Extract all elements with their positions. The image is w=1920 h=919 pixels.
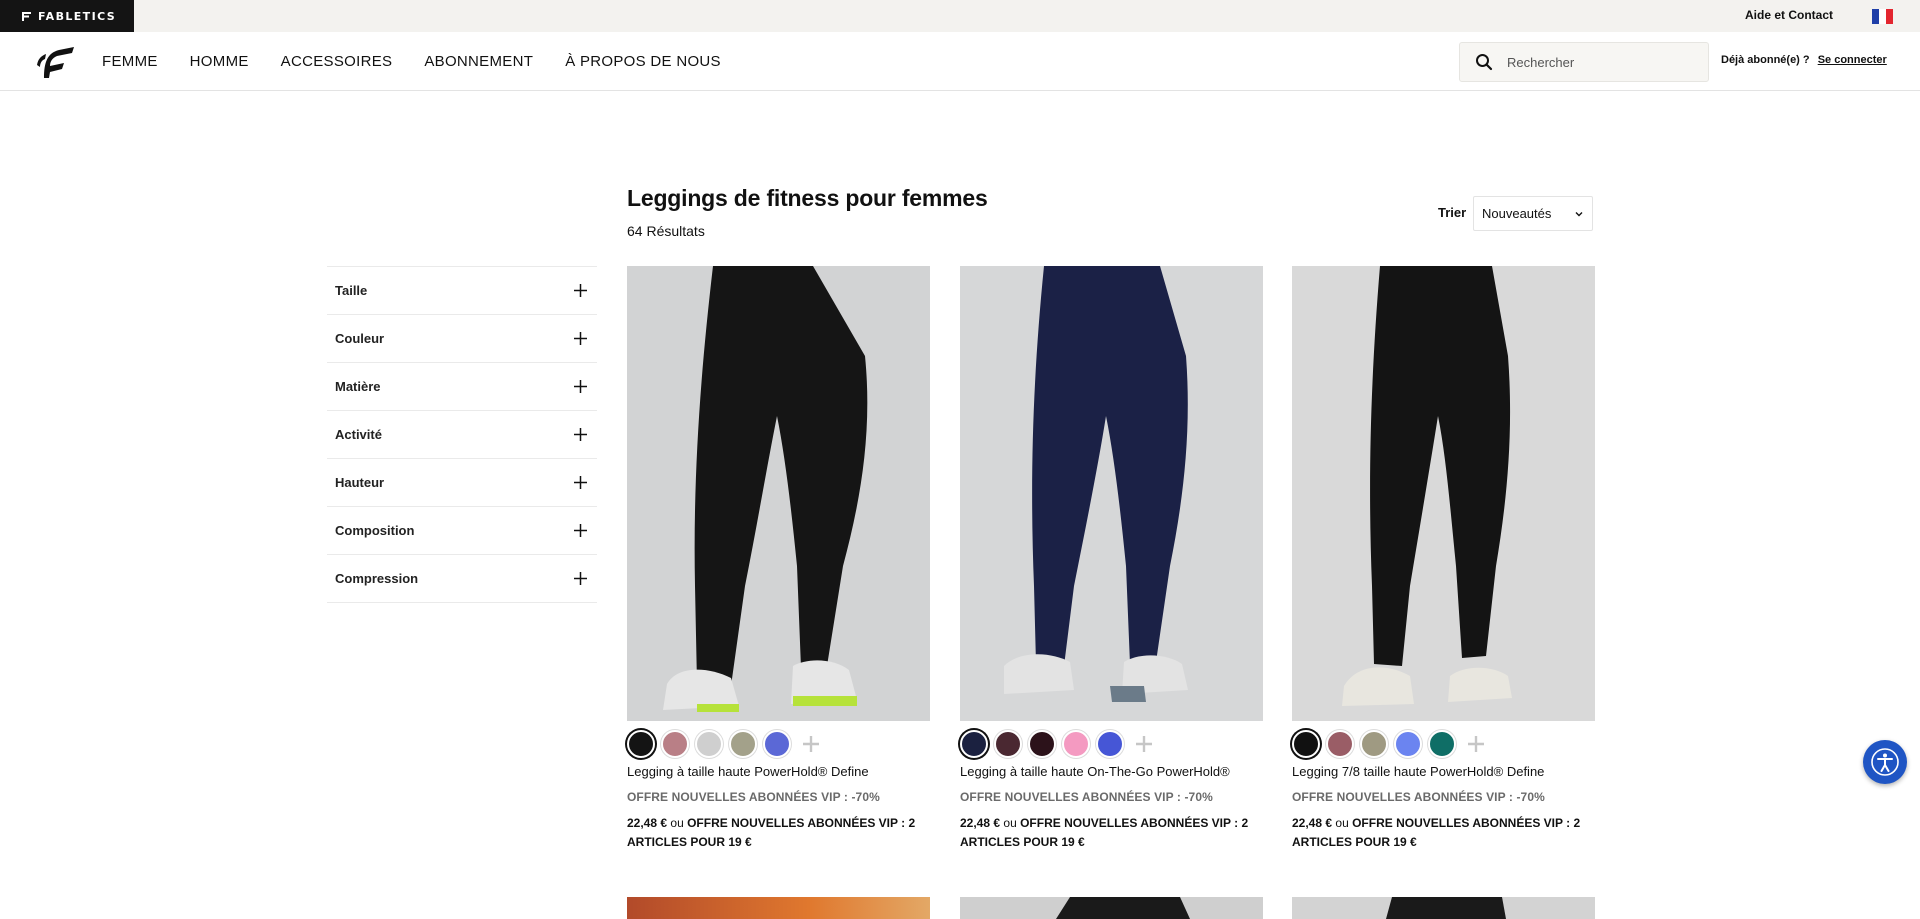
filter-label: Matière [335, 379, 381, 394]
filter-matiere[interactable]: Matière [327, 363, 597, 411]
nav-item-a-propos[interactable]: À PROPOS DE NOUS [565, 53, 721, 70]
filter-label: Composition [335, 523, 415, 538]
product-image[interactable] [960, 897, 1263, 919]
filter-compression[interactable]: Compression [327, 555, 597, 603]
color-swatches [960, 730, 1263, 758]
swatch[interactable] [729, 730, 757, 758]
chevron-down-icon [1575, 212, 1583, 217]
filter-composition[interactable]: Composition [327, 507, 597, 555]
france-flag-icon[interactable] [1872, 9, 1893, 24]
product-price: 22,48 € ou OFFRE NOUVELLES ABONNÉES VIP … [627, 816, 916, 849]
product-promo: OFFRE NOUVELLES ABONNÉES VIP : -70% [627, 790, 880, 804]
nav-item-femme[interactable]: FEMME [102, 53, 158, 70]
filter-label: Activité [335, 427, 382, 442]
plus-icon[interactable] [574, 524, 587, 537]
swatch[interactable] [627, 730, 655, 758]
more-colors-icon[interactable] [1130, 730, 1158, 758]
swatch[interactable] [695, 730, 723, 758]
plus-icon[interactable] [574, 476, 587, 489]
filter-taille[interactable]: Taille [327, 267, 597, 315]
swatch[interactable] [1428, 730, 1456, 758]
product-name[interactable]: Legging à taille haute PowerHold® Define [627, 764, 930, 779]
product-price: 22,48 € ou OFFRE NOUVELLES ABONNÉES VIP … [960, 816, 1249, 849]
search-box[interactable] [1459, 42, 1709, 82]
nav-item-abonnement[interactable]: ABONNEMENT [424, 53, 533, 70]
swatch[interactable] [1360, 730, 1388, 758]
search-input[interactable] [1507, 54, 1687, 70]
swatch[interactable] [1292, 730, 1320, 758]
product-card[interactable]: Legging 7/8 taille haute PowerHold® Defi… [1292, 266, 1595, 852]
color-swatches [1292, 730, 1595, 758]
accessibility-icon [1871, 748, 1899, 776]
product-image[interactable] [1292, 266, 1595, 721]
swatch[interactable] [1326, 730, 1354, 758]
filter-couleur[interactable]: Couleur [327, 315, 597, 363]
swatch[interactable] [1028, 730, 1056, 758]
sort-select[interactable]: Nouveautés [1473, 196, 1593, 231]
product-name[interactable]: Legging à taille haute On-The-Go PowerHo… [960, 764, 1263, 779]
sort-label: Trier [1438, 205, 1467, 220]
account-area: Déjà abonné(e) ? Se connecter [1721, 54, 1887, 66]
product-promo: OFFRE NOUVELLES ABONNÉES VIP : -70% [960, 790, 1213, 804]
more-colors-icon[interactable] [1462, 730, 1490, 758]
product-card[interactable]: Legging à taille haute PowerHold® Define… [627, 266, 930, 852]
utility-bar: FABLETICS Aide et Contact [0, 0, 1920, 32]
nav-item-accessoires[interactable]: ACCESSOIRES [281, 53, 393, 70]
swatch[interactable] [763, 730, 791, 758]
plus-icon[interactable] [574, 380, 587, 393]
result-count: 64 Résultats [627, 223, 705, 239]
filter-hauteur[interactable]: Hauteur [327, 459, 597, 507]
plus-icon[interactable] [574, 572, 587, 585]
filter-label: Taille [335, 283, 368, 298]
main-nav: FEMME HOMME ACCESSOIRES ABONNEMENT À PRO… [0, 32, 1920, 91]
fabletics-logo-icon[interactable] [35, 45, 75, 79]
account-prompt: Déjà abonné(e) ? [1721, 54, 1810, 66]
help-contact-link[interactable]: Aide et Contact [1745, 8, 1833, 22]
brand-tab[interactable]: FABLETICS [0, 0, 134, 32]
plus-icon[interactable] [574, 428, 587, 441]
swatch[interactable] [960, 730, 988, 758]
color-swatches [627, 730, 930, 758]
product-image[interactable] [1292, 897, 1595, 919]
plus-icon[interactable] [574, 284, 587, 297]
nav-item-homme[interactable]: HOMME [190, 53, 249, 70]
brand-name: FABLETICS [38, 9, 117, 23]
product-card[interactable]: Legging à taille haute On-The-Go PowerHo… [960, 266, 1263, 852]
swatch[interactable] [1096, 730, 1124, 758]
swatch[interactable] [994, 730, 1022, 758]
filter-sidebar: Taille Couleur Matière Activité Hauteur … [327, 266, 597, 603]
swatch[interactable] [661, 730, 689, 758]
product-image[interactable] [627, 897, 930, 919]
more-colors-icon[interactable] [797, 730, 825, 758]
search-icon[interactable] [1475, 53, 1493, 71]
filter-label: Compression [335, 571, 419, 586]
plus-icon[interactable] [574, 332, 587, 345]
product-image[interactable] [627, 266, 930, 721]
product-image[interactable] [960, 266, 1263, 721]
page-title: Leggings de fitness pour femmes [627, 185, 988, 211]
product-price: 22,48 € ou OFFRE NOUVELLES ABONNÉES VIP … [1292, 816, 1581, 849]
swatch[interactable] [1394, 730, 1422, 758]
filter-activite[interactable]: Activité [327, 411, 597, 459]
filter-label: Couleur [335, 331, 385, 346]
login-link[interactable]: Se connecter [1818, 54, 1887, 66]
product-name[interactable]: Legging 7/8 taille haute PowerHold® Defi… [1292, 764, 1595, 779]
fabletics-mark-icon [22, 12, 31, 21]
filter-label: Hauteur [335, 475, 385, 490]
accessibility-button[interactable] [1863, 740, 1907, 784]
swatch[interactable] [1062, 730, 1090, 758]
product-promo: OFFRE NOUVELLES ABONNÉES VIP : -70% [1292, 790, 1545, 804]
sort-value: Nouveautés [1482, 206, 1552, 221]
primary-menu: FEMME HOMME ACCESSOIRES ABONNEMENT À PRO… [102, 32, 721, 91]
